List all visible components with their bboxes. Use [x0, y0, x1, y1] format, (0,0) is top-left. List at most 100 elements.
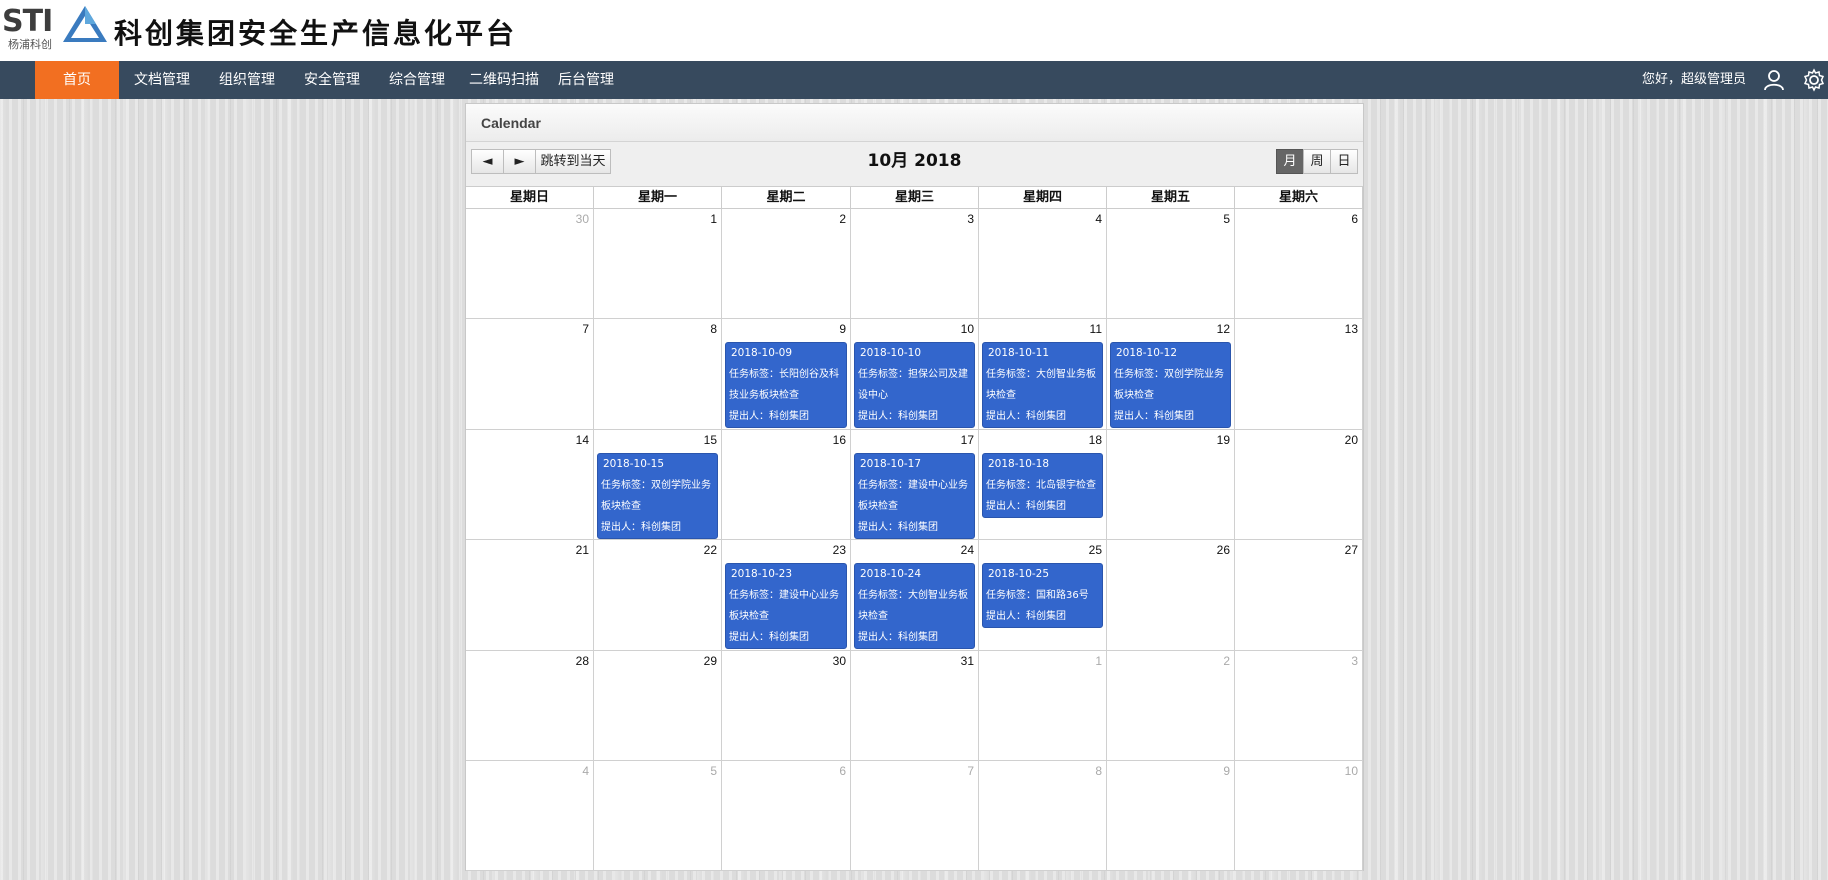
weekday-header: 星期四	[979, 187, 1107, 209]
gear-icon[interactable]	[1802, 68, 1826, 92]
calendar-event[interactable]: 2018-10-12 任务标签：双创学院业务 板块检查 提出人：科创集团	[1110, 342, 1231, 428]
day-cell[interactable]: 13	[1235, 319, 1363, 430]
day-cell[interactable]: 22	[594, 540, 722, 651]
view-month-button[interactable]: 月	[1276, 149, 1304, 174]
logo-text: STI	[2, 4, 53, 39]
day-cell[interactable]: 29	[594, 651, 722, 761]
day-cell[interactable]: 31	[851, 651, 979, 761]
event-date: 2018-10-17	[860, 458, 922, 470]
day-cell[interactable]: 6	[1235, 209, 1363, 319]
event-date: 2018-10-24	[860, 568, 922, 580]
day-cell[interactable]: 3	[1235, 651, 1363, 761]
day-cell[interactable]: 4	[466, 761, 594, 871]
calendar-event[interactable]: 2018-10-17 任务标签：建设中心业务 板块检查 提出人：科创集团	[854, 453, 975, 539]
calendar-event[interactable]: 2018-10-11 任务标签：大创智业务板 块检查提出人：科创集团	[982, 342, 1103, 428]
day-cell[interactable]: 26	[1107, 540, 1235, 651]
day-cell[interactable]: 7	[851, 761, 979, 871]
nav-item-qr-scan[interactable]: 二维码扫描	[462, 61, 546, 99]
day-number: 25	[1088, 543, 1102, 557]
calendar-event[interactable]: 2018-10-09 任务标签：长阳创谷及科 技业务板块检查 提出人：科创集团	[725, 342, 847, 428]
day-cell[interactable]: 9	[1107, 761, 1235, 871]
day-number: 9	[839, 322, 846, 336]
calendar-event[interactable]: 2018-10-10 任务标签：担保公司及建 设中心 提出人：科创集团	[854, 342, 975, 428]
event-line: 板块检查	[601, 501, 641, 512]
user-icon[interactable]	[1762, 68, 1786, 92]
nav-item-home[interactable]: 首页	[35, 61, 119, 99]
event-date: 2018-10-10	[860, 347, 922, 359]
day-number: 17	[960, 433, 974, 447]
nav-item-documents[interactable]: 文档管理	[126, 61, 198, 99]
day-cell[interactable]: 21	[466, 540, 594, 651]
event-line: 提出人：科创集团	[1114, 411, 1194, 422]
day-number: 1	[1095, 654, 1102, 668]
day-cell[interactable]: 1	[594, 209, 722, 319]
weekday-header: 星期一	[594, 187, 722, 209]
day-cell[interactable]: 30	[722, 651, 851, 761]
day-cell[interactable]: 6	[722, 761, 851, 871]
event-line: 任务标签：长阳创谷及科	[729, 369, 839, 380]
event-line: 提出人：科创集团	[601, 522, 681, 533]
weekday-header: 星期二	[722, 187, 851, 209]
panel-title: Calendar	[481, 115, 541, 131]
day-cell[interactable]: 10	[1235, 761, 1363, 871]
day-cell[interactable]: 5	[594, 761, 722, 871]
nav-item-safety[interactable]: 安全管理	[296, 61, 368, 99]
day-cell[interactable]: 20	[1235, 430, 1363, 540]
event-line: 提出人：科创集团	[986, 611, 1066, 622]
sti-logo[interactable]: STI 杨浦科创	[0, 0, 120, 56]
event-line: 板块检查	[1114, 390, 1154, 401]
day-number: 3	[1351, 654, 1358, 668]
event-line: 块检查	[986, 390, 1016, 401]
day-cell[interactable]: 1	[979, 651, 1107, 761]
day-number: 5	[710, 764, 717, 778]
calendar-event[interactable]: 2018-10-25 任务标签：国和路36号 提出人：科创集团	[982, 563, 1103, 628]
weekday-header: 星期日	[466, 187, 594, 209]
day-number: 2	[839, 212, 846, 226]
event-line: 任务标签：大创智业务板	[858, 590, 968, 601]
event-line: 任务标签：担保公司及建	[858, 369, 968, 380]
site-title: 科创集团安全生产信息化平台	[114, 17, 518, 50]
day-cell[interactable]: 19	[1107, 430, 1235, 540]
day-cell[interactable]: 28	[466, 651, 594, 761]
day-number: 23	[832, 543, 846, 557]
day-number: 31	[960, 654, 974, 668]
day-cell[interactable]: 30	[466, 209, 594, 319]
event-line: 提出人：科创集团	[986, 411, 1066, 422]
view-day-button[interactable]: 日	[1330, 149, 1358, 174]
day-cell[interactable]: 16	[722, 430, 851, 540]
day-number: 16	[832, 433, 846, 447]
calendar-event[interactable]: 2018-10-15 任务标签：双创学院业务 板块检查 提出人：科创集团	[597, 453, 718, 539]
day-number: 21	[575, 543, 589, 557]
app-header: STI 杨浦科创 科创集团安全生产信息化平台	[0, 0, 1828, 61]
day-number: 10	[960, 322, 974, 336]
event-line: 任务标签：国和路36号	[986, 590, 1089, 601]
day-cell[interactable]: 8	[594, 319, 722, 430]
event-line: 任务标签：大创智业务板	[986, 369, 1096, 380]
event-line: 提出人：科创集团	[858, 632, 938, 643]
event-date: 2018-10-11	[988, 347, 1050, 359]
day-number: 29	[703, 654, 717, 668]
view-week-button[interactable]: 周	[1303, 149, 1331, 174]
day-cell[interactable]: 7	[466, 319, 594, 430]
day-cell[interactable]: 5	[1107, 209, 1235, 319]
day-cell[interactable]: 4	[979, 209, 1107, 319]
calendar-event[interactable]: 2018-10-18 任务标签：北岛银宇检查 提出人：科创集团	[982, 453, 1103, 518]
day-number: 13	[1344, 322, 1358, 336]
event-line: 任务标签：双创学院业务	[1114, 369, 1224, 380]
calendar-event[interactable]: 2018-10-24 任务标签：大创智业务板 块检查 提出人：科创集团	[854, 563, 975, 649]
day-number: 14	[575, 433, 589, 447]
nav-item-organization[interactable]: 组织管理	[211, 61, 283, 99]
day-cell[interactable]: 2	[1107, 651, 1235, 761]
nav-item-admin[interactable]: 后台管理	[552, 61, 620, 99]
calendar-event[interactable]: 2018-10-23 任务标签：建设中心业务 板块检查 提出人：科创集团	[725, 563, 847, 649]
day-number: 12	[1216, 322, 1230, 336]
user-greeting: 您好，超级管理员	[1641, 72, 1746, 87]
day-cell[interactable]: 14	[466, 430, 594, 540]
day-cell[interactable]: 3	[851, 209, 979, 319]
day-number: 2	[1223, 654, 1230, 668]
event-date: 2018-10-18	[988, 458, 1050, 470]
day-cell[interactable]: 27	[1235, 540, 1363, 651]
nav-item-general[interactable]: 综合管理	[381, 61, 453, 99]
day-cell[interactable]: 2	[722, 209, 851, 319]
day-cell[interactable]: 8	[979, 761, 1107, 871]
